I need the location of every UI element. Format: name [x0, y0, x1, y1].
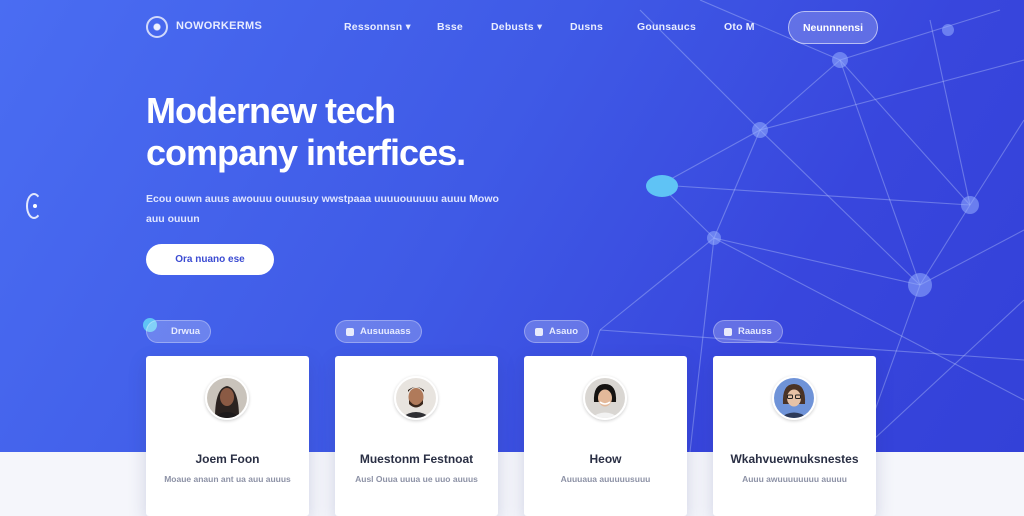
pill-label: Drwua	[171, 326, 201, 337]
card-name: Wkahvuewnuksnestes	[730, 452, 859, 466]
nav-link-gounsaucs[interactable]: Gounsaucs	[637, 21, 696, 33]
profile-card[interactable]: Joem Foon Moaue anaun ant ua auu auuus	[146, 356, 309, 516]
pill-label: Asauo	[549, 326, 579, 337]
card-name: Muestonm Festnoat	[359, 452, 474, 466]
nav-link-debusts[interactable]: Debusts ▾	[491, 21, 542, 33]
card-name: Joem Foon	[195, 452, 260, 466]
profile-card[interactable]: Heow Auuuaua auuuuusuuu	[524, 356, 687, 516]
pill-label: Ausuuaass	[360, 326, 411, 337]
card-description: Auuu awuuuuuuuu auuuu	[742, 474, 847, 484]
category-pill-1[interactable]: Drwua	[146, 320, 212, 343]
avatar	[394, 376, 438, 420]
profile-card[interactable]: Muestonm Festnoat Ausl Ouua uuua ue uuo …	[335, 356, 498, 516]
card-description: Auuuaua auuuuusuuu	[560, 474, 651, 484]
hero-cta-button[interactable]: Ora nuano ese	[146, 244, 274, 275]
pill-label: Raauss	[738, 326, 772, 337]
headline-line-2: company interfices.	[146, 132, 466, 173]
nav-link-otom[interactable]: Oto M	[724, 21, 755, 33]
tag-icon	[346, 327, 354, 336]
nav-link-dusns[interactable]: Dusns	[570, 21, 603, 33]
avatar	[772, 376, 816, 420]
hero-subtext: Ecou ouwn auus awouuu ouuusuy wwstpaaa u…	[146, 193, 499, 225]
carousel-prev-icon[interactable]	[26, 193, 42, 219]
card-name: Heow	[589, 452, 622, 466]
globe-icon[interactable]	[146, 16, 168, 38]
card-description: Moaue anaun ant ua auu auuus	[164, 474, 291, 484]
grid-icon	[535, 327, 543, 336]
category-pill-4[interactable]: Raauss	[713, 320, 783, 343]
users-icon	[724, 327, 732, 336]
nav-cta-button[interactable]: Neunnnensi	[788, 11, 878, 44]
avatar	[583, 376, 627, 420]
profile-card[interactable]: Wkahvuewnuksnestes Auuu awuuuuuuuu auuuu	[713, 356, 876, 516]
brand-name[interactable]: NOWORKERMS	[176, 20, 262, 32]
category-pill-3[interactable]: Asauo	[524, 320, 590, 343]
card-description: Ausl Ouua uuua ue uuo auuus	[355, 474, 478, 484]
avatar	[205, 376, 249, 420]
nav-link-resources[interactable]: Ressonnsn ▾	[344, 21, 411, 33]
category-pill-2[interactable]: Ausuuaass	[335, 320, 422, 343]
hero-headline: Modernew tech company interfices.	[146, 90, 466, 174]
nav-link-base[interactable]: Bsse	[437, 21, 463, 33]
headline-line-1: Modernew tech	[146, 90, 396, 131]
